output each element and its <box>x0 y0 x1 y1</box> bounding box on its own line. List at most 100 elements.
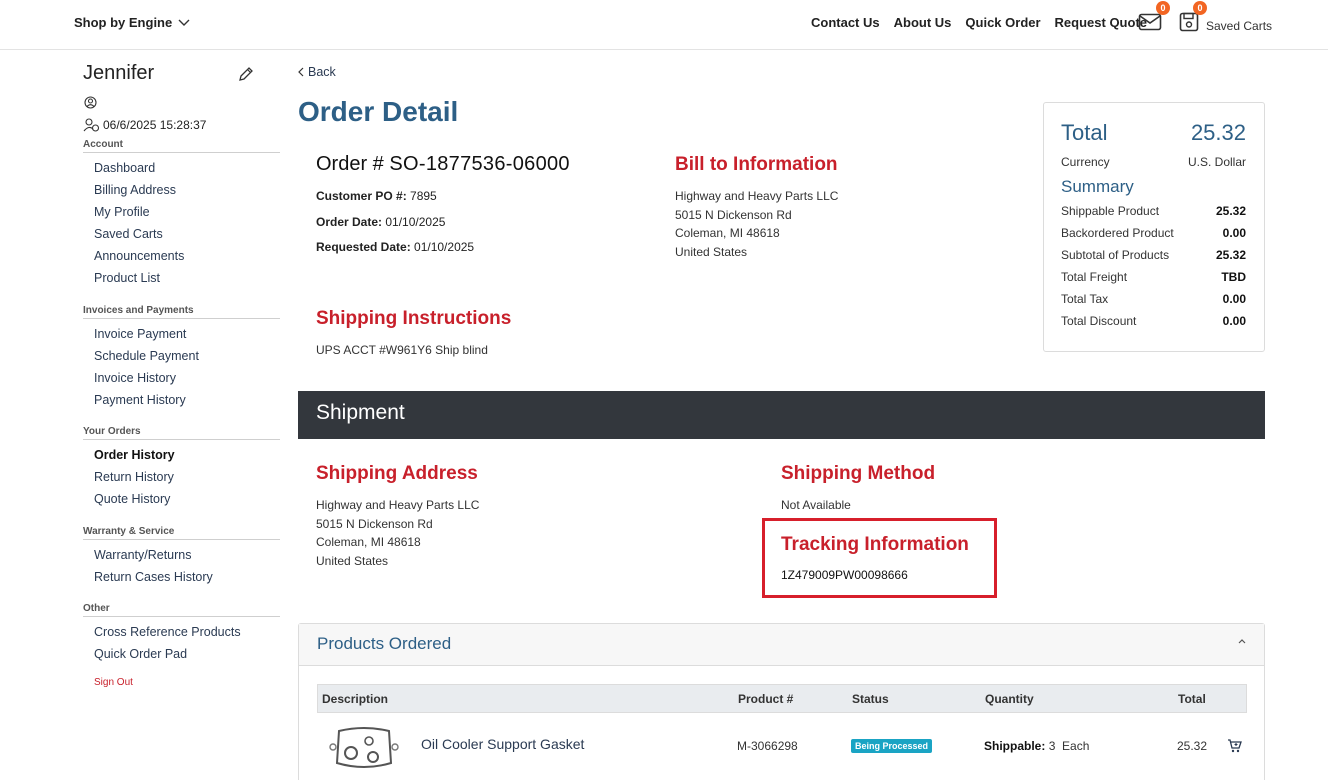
messages-button[interactable]: 0 <box>1138 1 1170 38</box>
bill-to-heading: Bill to Information <box>675 154 838 175</box>
products-ordered-panel: Products Ordered Description Product # S… <box>298 623 1265 780</box>
requested-date-value: 01/10/2025 <box>414 240 475 254</box>
shipping-method-value: Not Available <box>781 498 851 512</box>
products-table-header: Description Product # Status Quantity To… <box>317 684 1247 713</box>
col-status: Status <box>852 692 889 706</box>
tracking-heading: Tracking Information <box>781 534 969 555</box>
totals-row: Subtotal of Products 25.32 <box>1061 248 1246 262</box>
product-total: 25.32 <box>1177 739 1208 753</box>
quantity-value: 3 <box>1048 739 1056 753</box>
totals-row-value: 25.32 <box>1215 204 1246 218</box>
sidebar-item-order-history[interactable]: Order History <box>94 444 280 466</box>
currency-value: U.S. Dollar <box>1187 155 1246 169</box>
totals-row-label: Subtotal of Products <box>1061 248 1170 262</box>
totals-row-label: Total Discount <box>1061 314 1137 328</box>
sidebar-item-announcements[interactable]: Announcements <box>94 245 280 267</box>
sidebar-section-other: Other Cross Reference Products Quick Ord… <box>83 603 280 665</box>
bill-to-line: United States <box>675 245 748 259</box>
sidebar-item-my-profile[interactable]: My Profile <box>94 201 280 223</box>
requested-date-label: Requested Date: <box>316 240 411 254</box>
nav-about-us[interactable]: About Us <box>894 15 952 30</box>
order-number-prefix: Order # <box>316 153 390 175</box>
quantity-unit: Each <box>1062 739 1090 753</box>
sidebar-section-orders: Your Orders Order History Return History… <box>83 426 280 510</box>
user-circle-icon <box>84 96 97 109</box>
product-description-link[interactable]: Oil Cooler Support Gasket <box>421 736 584 752</box>
products-title: Products Ordered <box>317 634 452 653</box>
sidebar-item-invoice-history[interactable]: Invoice History <box>94 367 280 389</box>
saved-carts-count-badge: 0 <box>1193 1 1207 15</box>
sidebar-item-return-cases-history[interactable]: Return Cases History <box>94 566 280 588</box>
sidebar-heading: Invoices and Payments <box>83 305 280 319</box>
sidebar-item-product-list[interactable]: Product List <box>94 267 280 289</box>
totals-row-value: 0.00 <box>1222 226 1246 240</box>
last-login: 06/6/2025 15:28:37 <box>83 118 206 132</box>
customer-po-label: Customer PO #: <box>316 189 407 203</box>
nav-quick-order[interactable]: Quick Order <box>965 15 1040 30</box>
sidebar-item-saved-carts[interactable]: Saved Carts <box>94 223 280 245</box>
sidebar-item-dashboard[interactable]: Dashboard <box>94 157 280 179</box>
chevron-down-icon <box>178 19 190 26</box>
sidebar-heading: Other <box>83 603 280 617</box>
chevron-left-icon <box>298 67 304 77</box>
totals-row-label: Shippable Product <box>1061 204 1160 218</box>
quantity-label: Shippable: <box>984 739 1046 753</box>
sidebar-item-quote-history[interactable]: Quote History <box>94 488 280 510</box>
nav-request-quote[interactable]: Request Quote <box>1055 15 1147 30</box>
total-label: Total <box>1061 120 1108 145</box>
sidebar-section-invoices: Invoices and Payments Invoice Payment Sc… <box>83 305 280 411</box>
sidebar-item-return-history[interactable]: Return History <box>94 466 280 488</box>
currency-label: Currency <box>1061 155 1110 169</box>
nav-contact-us[interactable]: Contact Us <box>811 15 880 30</box>
add-to-cart-icon[interactable] <box>1227 739 1242 753</box>
sidebar-item-schedule-payment[interactable]: Schedule Payment <box>94 345 280 367</box>
sidebar-heading: Your Orders <box>83 426 280 440</box>
totals-row: Total Discount 0.00 <box>1061 314 1246 328</box>
sidebar-heading: Account <box>83 139 280 153</box>
back-link[interactable]: Back <box>298 65 336 79</box>
totals-row-value: 25.32 <box>1215 248 1246 262</box>
table-row: Oil Cooler Support Gasket M-3066298 Bein… <box>317 713 1247 773</box>
shipping-address-line: Coleman, MI 48618 <box>316 535 421 549</box>
products-panel-header[interactable]: Products Ordered <box>299 624 1264 666</box>
sidebar-item-billing-address[interactable]: Billing Address <box>94 179 280 201</box>
shop-by-engine-menu[interactable]: Shop by Engine <box>74 15 190 30</box>
sidebar-item-cross-reference[interactable]: Cross Reference Products <box>94 621 280 643</box>
saved-carts-link[interactable]: Saved Carts <box>1206 19 1272 33</box>
shipping-address-heading: Shipping Address <box>316 463 478 484</box>
shipping-address-line: 5015 N Dickenson Rd <box>316 517 433 531</box>
totals-row: Total Tax 0.00 <box>1061 292 1246 306</box>
chevron-up-icon[interactable] <box>1238 638 1246 644</box>
order-totals-card: Total 25.32 Currency U.S. Dollar Summary … <box>1043 102 1265 352</box>
gasket-product-image[interactable] <box>329 723 399 773</box>
bill-to-line: Coleman, MI 48618 <box>675 226 780 240</box>
products-table: Description Product # Status Quantity To… <box>317 684 1247 773</box>
totals-row-value: TBD <box>1221 270 1246 284</box>
totals-row: Backordered Product 0.00 <box>1061 226 1246 240</box>
shipping-address-line: United States <box>316 554 389 568</box>
top-navigation: Shop by Engine Contact Us About Us Quick… <box>0 0 1328 50</box>
sidebar-item-invoice-payment[interactable]: Invoice Payment <box>94 323 280 345</box>
total-value: 25.32 <box>1190 120 1246 145</box>
customer-po-row: Customer PO #: 7895 <box>316 189 437 203</box>
sidebar-item-payment-history[interactable]: Payment History <box>94 389 280 411</box>
sidebar-item-warranty-returns[interactable]: Warranty/Returns <box>94 544 280 566</box>
shipping-method-heading: Shipping Method <box>781 463 936 484</box>
sidebar-section-account: Account Dashboard Billing Address My Pro… <box>83 139 280 289</box>
tracking-number[interactable]: 1Z479009PW00098666 <box>781 568 908 582</box>
shipping-address-line: Highway and Heavy Parts LLC <box>316 498 480 512</box>
pencil-icon[interactable] <box>238 66 254 82</box>
totals-row: Total Freight TBD <box>1061 270 1246 284</box>
page-title: Order Detail <box>298 96 459 127</box>
order-date-label: Order Date: <box>316 215 383 229</box>
shipment-bar: Shipment <box>298 391 1265 439</box>
totals-row-value: 0.00 <box>1222 292 1246 306</box>
tracking-highlight-box <box>762 518 997 598</box>
sign-out-link[interactable]: Sign Out <box>94 677 133 688</box>
totals-row: Shippable Product 25.32 <box>1061 204 1246 218</box>
product-number: M-3066298 <box>737 739 798 753</box>
sidebar-item-quick-order-pad[interactable]: Quick Order Pad <box>94 643 280 665</box>
saved-carts-button[interactable]: 0 <box>1179 1 1207 38</box>
col-description: Description <box>322 692 389 706</box>
shop-by-engine-label: Shop by Engine <box>74 15 173 30</box>
